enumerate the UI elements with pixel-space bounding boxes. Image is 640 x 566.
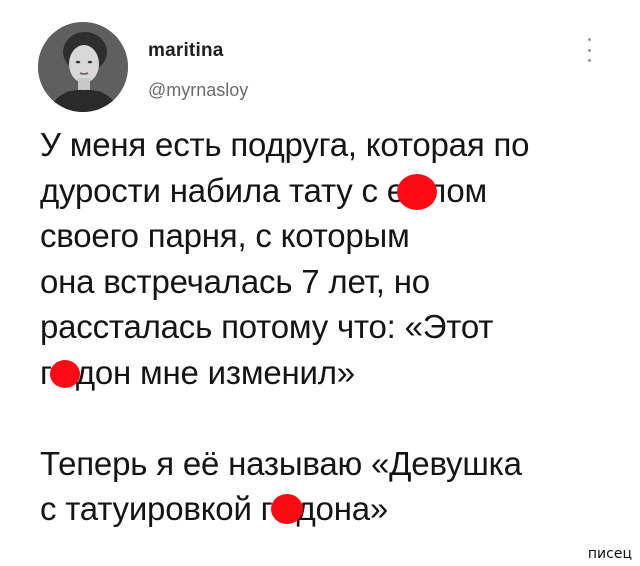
censor-blob (49, 350, 80, 396)
tweet-line-segment: дурости набила тату с е (40, 171, 405, 209)
more-vertical-icon[interactable] (584, 38, 594, 62)
tweet-line: дурости набила тату с е лом (40, 168, 620, 214)
tweet-line-segment: с татуировкой г (40, 490, 273, 527)
tweet-card: maritina @myrnasloy У меня есть подруга,… (0, 0, 640, 566)
display-name[interactable]: maritina (148, 40, 224, 62)
tweet-line: У меня есть подруга, которая по (40, 126, 530, 163)
tweet-line: с татуировкой г дона» (40, 486, 620, 532)
tweet-line: рассталась потому что: «Этот (40, 308, 494, 345)
tweet-line: своего парня, с которым (40, 217, 410, 254)
tweet-line-segment: дон мне изменил» (75, 353, 355, 391)
tweet-line-segment: дона» (296, 490, 389, 527)
avatar[interactable] (38, 22, 128, 112)
tweet-line: Теперь я её называю «Девушка (40, 444, 522, 482)
tweet-line: г дон мне изменил» (40, 350, 620, 396)
user-handle[interactable]: @myrnasloy (148, 80, 248, 101)
watermark: писец (587, 546, 632, 562)
tweet-text: У меня есть подруга, которая по дурости … (40, 122, 620, 532)
censor-blob (396, 168, 437, 214)
avatar-portrait-icon (38, 22, 128, 112)
censor-blob (270, 486, 303, 532)
tweet-line: она встречалась 7 лет, но (40, 262, 430, 300)
